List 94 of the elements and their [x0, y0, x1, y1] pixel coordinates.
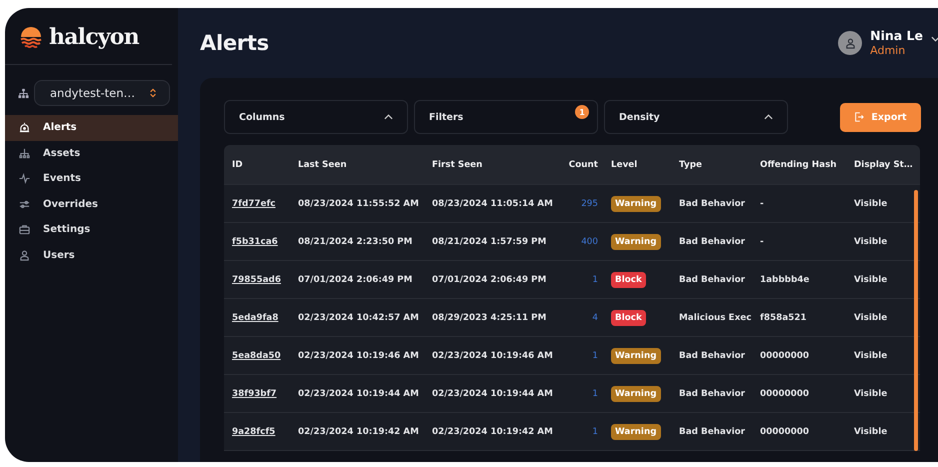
alert-id-link[interactable]: 38f93bf7 — [232, 388, 298, 398]
columns-dropdown[interactable]: Columns — [224, 100, 408, 134]
user-role: Admin — [870, 43, 906, 58]
column-header[interactable]: Display St… — [854, 160, 920, 170]
table-cell-text: 08/23/2024 11:05:14 AM — [432, 198, 554, 208]
chevron-down-icon[interactable] — [931, 36, 938, 42]
table-cell-text: Bad Behavior — [679, 350, 746, 360]
alert-id-link[interactable]: 5eda9fa8 — [232, 312, 298, 322]
hierarchy-icon — [18, 88, 29, 98]
table-cell-text: Visible — [854, 198, 888, 208]
siren-icon — [19, 122, 30, 134]
table-cell-text: Visible — [854, 350, 888, 360]
table-cell-text: Bad Behavior — [679, 274, 746, 284]
level-badge: Block — [611, 310, 646, 326]
table-cell-text: 00000000 — [760, 350, 810, 360]
count-link[interactable]: 295 — [560, 198, 598, 208]
count-link[interactable]: 1 — [560, 274, 598, 284]
table-cell-text: Visible — [854, 236, 888, 246]
alert-id-link[interactable]: 79855ad6 — [232, 274, 298, 284]
count-link[interactable]: 400 — [560, 236, 598, 246]
table-cell-text: 00000000 — [760, 426, 810, 436]
density-dropdown[interactable]: Density — [604, 100, 788, 134]
page-title: Alerts — [200, 31, 269, 55]
table-cell-text: 1abbbb4e — [760, 274, 810, 284]
table-cell-text: Visible — [854, 426, 888, 436]
column-header[interactable]: ID — [232, 160, 298, 170]
table-cell-text: Bad Behavior — [679, 426, 746, 436]
table-cell-text: Visible — [854, 312, 888, 322]
table-cell-text: 02/23/2024 10:19:46 AM — [432, 350, 554, 360]
level-badge: Warning — [611, 196, 661, 212]
table-cell-text: 08/21/2024 2:23:50 PM — [298, 236, 414, 246]
level-badge: Warning — [611, 348, 661, 364]
alert-id-link[interactable]: 5ea8da50 — [232, 350, 298, 360]
level-badge: Warning — [611, 386, 661, 402]
chevron-up-icon — [764, 114, 773, 120]
table-cell-text: Bad Behavior — [679, 198, 746, 208]
alert-id-link[interactable]: 7fd77efc — [232, 198, 298, 208]
table-cell-text: 08/23/2024 11:55:52 AM — [298, 198, 420, 208]
updown-icon — [149, 88, 157, 98]
column-header[interactable]: Last Seen — [298, 160, 432, 170]
count-link[interactable]: 1 — [560, 350, 598, 360]
count-link[interactable]: 1 — [560, 388, 598, 398]
table-cell-text: - — [760, 198, 765, 208]
column-header[interactable]: Type — [679, 160, 760, 170]
brand-name: halcyon — [49, 24, 139, 50]
nav-item[interactable]: Users — [5, 242, 178, 268]
table-cell-text: 07/01/2024 2:06:49 PM — [432, 274, 548, 284]
tenant-select[interactable]: andytest-ten… — [34, 80, 170, 106]
briefcase-icon — [19, 224, 30, 236]
network-icon — [19, 148, 30, 159]
nav-item[interactable]: Overrides — [5, 192, 178, 217]
filters-dropdown[interactable]: Filters 1 — [414, 100, 598, 134]
user-name[interactable]: Nina Le — [870, 28, 923, 43]
table-cell-text: 02/23/2024 10:19:44 AM — [298, 388, 420, 398]
level-badge: Warning — [611, 234, 661, 250]
table-cell-text: 02/23/2024 10:19:44 AM — [432, 388, 554, 398]
nav-item[interactable]: Assets — [5, 140, 178, 166]
sliders-icon — [19, 198, 30, 210]
pulse-icon — [19, 173, 30, 184]
filter-count-badge: 1 — [575, 105, 589, 119]
chevron-up-icon — [384, 114, 393, 120]
level-badge: Block — [611, 272, 646, 288]
count-link[interactable]: 1 — [560, 426, 598, 436]
table-cell-text: 02/23/2024 10:19:42 AM — [298, 426, 420, 436]
table-cell-text: f858a521 — [760, 312, 808, 322]
column-header[interactable]: Level — [598, 160, 679, 170]
count-link[interactable]: 4 — [560, 312, 598, 322]
table-cell-text: - — [760, 236, 765, 246]
table-cell-text: Visible — [854, 388, 888, 398]
column-header[interactable]: Count — [560, 160, 598, 170]
nav-item[interactable]: Alerts — [5, 115, 178, 140]
avatar-icon — [838, 31, 862, 55]
table-cell-text: 08/29/2023 4:25:11 PM — [432, 312, 548, 322]
table-cell-text: 02/23/2024 10:19:42 AM — [432, 426, 554, 436]
alert-id-link[interactable]: 9a28fcf5 — [232, 426, 298, 436]
alert-id-link[interactable]: f5b31ca6 — [232, 236, 298, 246]
user-icon — [19, 250, 30, 261]
export-icon — [854, 112, 864, 122]
table-cell-text: 02/23/2024 10:42:57 AM — [298, 312, 420, 322]
table-cell-text: 07/01/2024 2:06:49 PM — [298, 274, 414, 284]
level-badge: Warning — [611, 424, 661, 440]
scrollbar[interactable] — [914, 190, 918, 451]
table-cell-text: Bad Behavior — [679, 236, 746, 246]
column-header[interactable]: Offending Hash — [760, 160, 854, 170]
table-cell-text: 08/21/2024 1:57:59 PM — [432, 236, 548, 246]
table-cell-text: 02/23/2024 10:19:46 AM — [298, 350, 420, 360]
nav-item[interactable]: Settings — [5, 217, 178, 242]
table-cell-text: Bad Behavior — [679, 388, 746, 398]
table-cell-text: Malicious Exec — [679, 312, 752, 322]
column-header[interactable]: First Seen — [432, 160, 560, 170]
table-cell-text: Visible — [854, 274, 888, 284]
nav-item[interactable]: Events — [5, 166, 178, 192]
sun-waves-icon — [19, 25, 43, 49]
table-cell-text: 00000000 — [760, 388, 810, 398]
